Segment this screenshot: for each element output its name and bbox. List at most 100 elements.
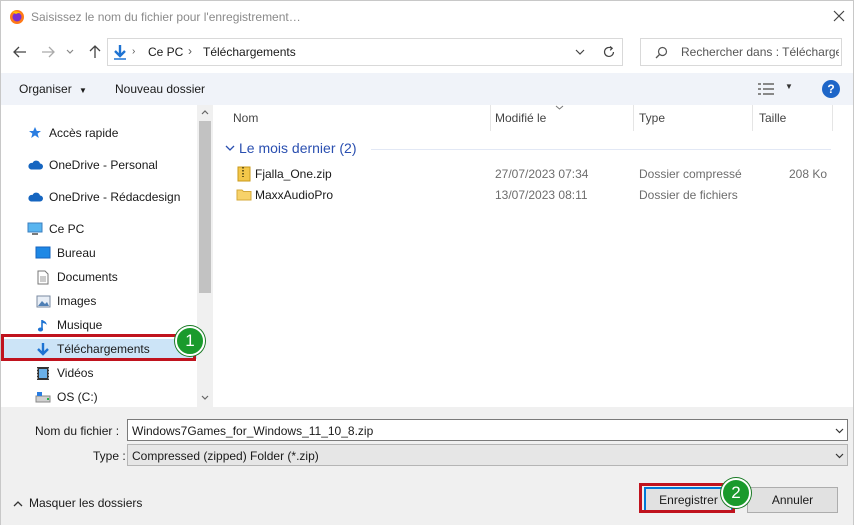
sidebar-item-label: OneDrive - Personal [49, 158, 158, 172]
command-bar: Organiser ▼ Nouveau dossier ▼ ? [1, 73, 853, 105]
type-select[interactable]: Compressed (zipped) Folder (*.zip) [127, 444, 848, 466]
breadcrumb-ce-pc[interactable]: Ce PC [148, 45, 183, 59]
column-divider[interactable] [832, 105, 833, 131]
file-type: Dossier compressé [639, 167, 742, 181]
back-button[interactable] [11, 43, 29, 61]
arrow-left-icon [13, 46, 26, 58]
recent-locations-button[interactable] [64, 43, 76, 61]
images-icon [35, 293, 51, 309]
collapse-group-icon[interactable] [225, 145, 235, 152]
chevron-down-icon[interactable] [835, 428, 844, 434]
refresh-button[interactable] [595, 38, 623, 66]
cloud-icon [27, 189, 43, 205]
file-type: Dossier de fichiers [639, 188, 738, 202]
filename-label: Nom du fichier : [35, 424, 120, 438]
step-badge-1: 1 [175, 326, 205, 356]
sidebar-item-label: Images [57, 294, 97, 308]
drive-icon [35, 389, 51, 405]
sidebar-item-videos[interactable]: Vidéos [35, 363, 93, 383]
chevron-up-icon [13, 501, 23, 507]
column-header-type[interactable]: Type [639, 111, 665, 125]
organize-menu[interactable]: Organiser ▼ [19, 82, 87, 96]
download-icon [114, 45, 126, 60]
sidebar-item-images[interactable]: Images [35, 291, 96, 311]
column-header-name[interactable]: Nom [233, 111, 258, 125]
sidebar-item-onedrive-personal[interactable]: OneDrive - Personal [27, 155, 158, 175]
sidebar-item-label: OS (C:) [57, 390, 98, 404]
cloud-icon [27, 157, 43, 173]
details-view-icon [758, 83, 774, 95]
organize-label: Organiser [19, 82, 72, 96]
type-value: Compressed (zipped) Folder (*.zip) [132, 449, 319, 463]
save-dialog: Saisissez le nom du fichier pour l'enreg… [0, 0, 854, 525]
address-bar[interactable]: › Ce PC › Téléchargements [107, 38, 623, 66]
file-size: 208 Ko [789, 167, 828, 181]
highlight-save-button [639, 483, 735, 513]
up-button[interactable] [86, 43, 104, 61]
sidebar-item-label: Documents [57, 270, 118, 284]
step-badge-2: 2 [721, 478, 751, 508]
sidebar-item-bureau[interactable]: Bureau [35, 243, 96, 263]
close-button[interactable] [827, 5, 851, 27]
view-options-button[interactable]: ▼ [758, 81, 798, 97]
scroll-down-icon[interactable] [201, 395, 209, 401]
sidebar-item-ce-pc[interactable]: Ce PC [27, 219, 84, 239]
forward-button[interactable] [39, 43, 57, 61]
column-divider[interactable] [633, 105, 634, 131]
search-icon [655, 46, 668, 59]
search-box[interactable]: Rechercher dans : Téléchargements [640, 38, 842, 66]
arrow-right-icon [42, 46, 55, 58]
refresh-icon [603, 46, 614, 58]
group-divider [371, 149, 831, 150]
help-icon[interactable]: ? [822, 80, 840, 98]
breadcrumb-telechargements[interactable]: Téléchargements [203, 45, 296, 59]
highlight-telechargements [1, 334, 196, 361]
filename-field[interactable]: Windows7Games_for_Windows_11_10_8.zip [127, 419, 848, 441]
sidebar-item-documents[interactable]: Documents [35, 267, 118, 287]
sidebar-item-label: OneDrive - Rédacdesign [49, 190, 181, 204]
new-folder-button[interactable]: Nouveau dossier [115, 82, 205, 96]
column-divider[interactable] [752, 105, 753, 131]
chevron-down-icon[interactable] [575, 49, 585, 56]
sidebar-item-musique[interactable]: Musique [35, 315, 102, 335]
computer-icon [27, 221, 43, 237]
column-divider[interactable] [490, 105, 491, 131]
group-header[interactable]: Le mois dernier (2) [239, 140, 357, 156]
file-modified: 27/07/2023 07:34 [495, 167, 589, 181]
column-header-modified[interactable]: Modifié le [495, 111, 546, 125]
file-row[interactable]: Fjalla_One.zip 27/07/2023 07:34 Dossier … [221, 164, 841, 184]
star-icon [27, 125, 43, 141]
sidebar-item-label: Ce PC [49, 222, 85, 236]
close-icon [833, 10, 845, 22]
chevron-down-icon [66, 49, 74, 54]
scrollbar-thumb[interactable] [199, 121, 211, 293]
chevron-down-icon [835, 453, 844, 459]
sidebar-item-label: Bureau [57, 246, 96, 260]
window-title: Saisissez le nom du fichier pour l'enreg… [31, 10, 301, 24]
arrow-up-icon [89, 45, 101, 58]
sidebar-item-onedrive-redacdesign[interactable]: OneDrive - Rédacdesign [27, 187, 180, 207]
title-bar: Saisissez le nom du fichier pour l'enreg… [1, 1, 853, 33]
desktop-icon [35, 245, 51, 261]
search-placeholder: Rechercher dans : Téléchargements [681, 45, 839, 59]
folder-icon [236, 189, 252, 201]
file-row[interactable]: MaxxAudioPro 13/07/2023 08:11 Dossier de… [221, 185, 841, 205]
breadcrumb-separator-icon: › [132, 46, 136, 57]
document-icon [35, 269, 51, 285]
type-label: Type : [93, 449, 126, 463]
cancel-button[interactable]: Annuler [747, 487, 838, 513]
column-header-size[interactable]: Taille [759, 111, 786, 125]
navigation-pane: Accès rapide OneDrive - Personal OneDriv… [1, 105, 213, 407]
sidebar-item-acces-rapide[interactable]: Accès rapide [27, 123, 118, 143]
sidebar-item-os-c[interactable]: OS (C:) [35, 387, 98, 407]
breadcrumb-separator-icon: › [188, 44, 192, 58]
scroll-up-icon[interactable] [201, 109, 209, 115]
zip-folder-icon [237, 166, 251, 182]
sort-indicator-icon [555, 105, 564, 110]
sidebar-item-label: Musique [57, 318, 103, 332]
caret-down-icon: ▼ [785, 82, 793, 91]
file-modified: 13/07/2023 08:11 [495, 188, 588, 202]
music-icon [35, 317, 51, 333]
hide-folders-toggle[interactable]: Masquer les dossiers [13, 496, 142, 510]
filename-value: Windows7Games_for_Windows_11_10_8.zip [132, 424, 374, 438]
